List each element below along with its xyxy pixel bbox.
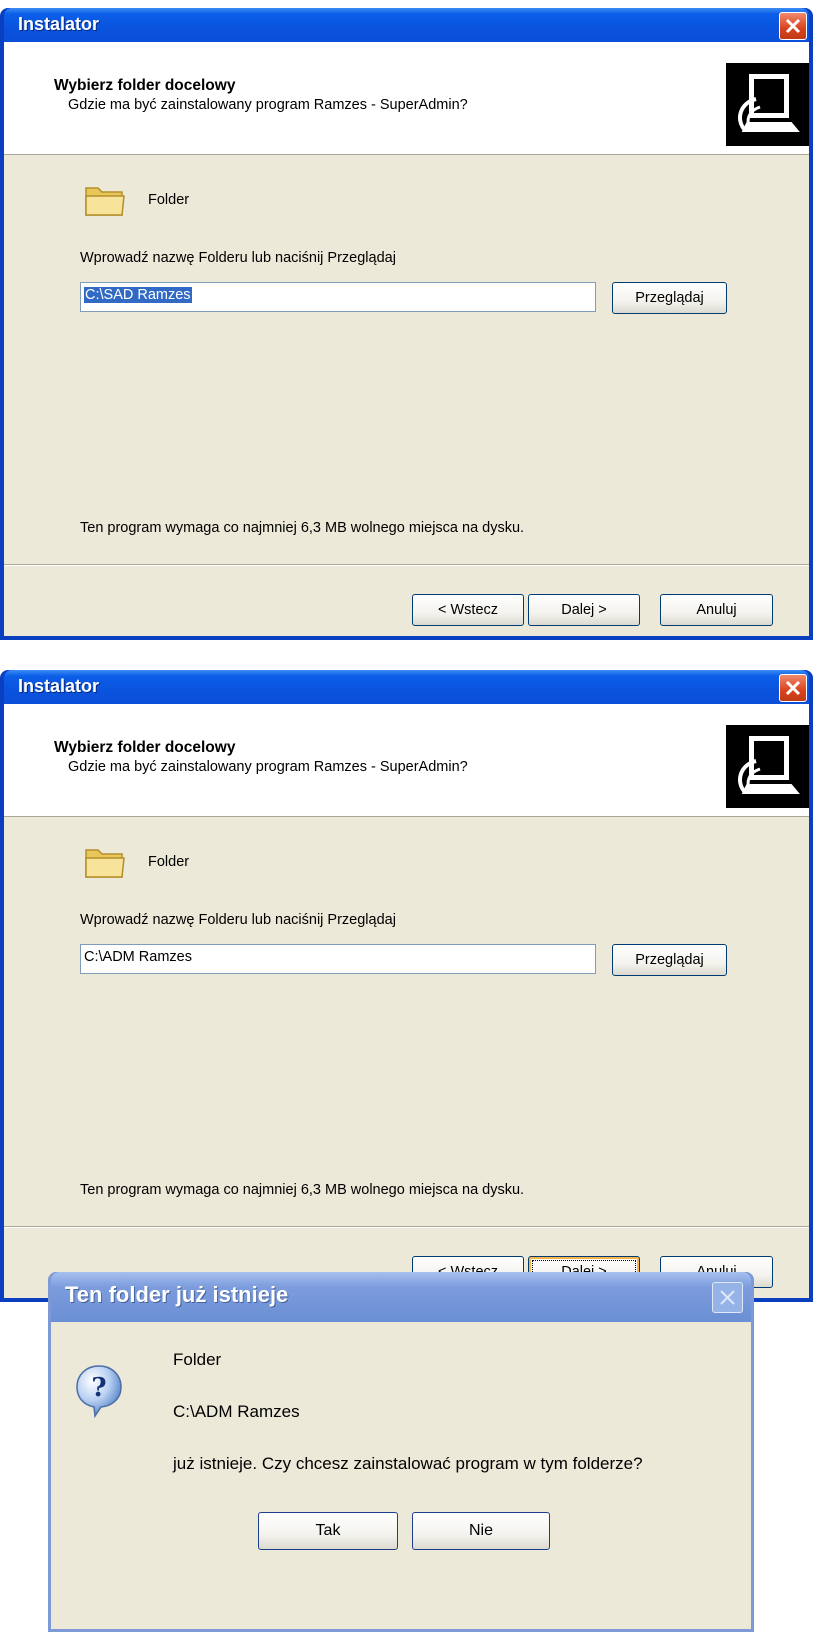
dialog-title-bar[interactable]: Ten folder już istnieje (51, 1272, 751, 1322)
back-button[interactable]: < Wstecz (412, 594, 524, 626)
title-bar[interactable]: Instalator (4, 8, 809, 42)
computer-install-icon (738, 72, 805, 134)
wizard-header: Wybierz folder docelowy Gdzie ma być zai… (4, 704, 809, 817)
installer-logo (726, 63, 809, 146)
footer-divider (4, 1226, 809, 1228)
dialog-line-question: już istnieje. Czy chcesz zainstalować pr… (173, 1454, 643, 1473)
installer-logo (726, 725, 809, 808)
dialog-line-folder: Folder (173, 1350, 222, 1369)
header-title: Wybierz folder docelowy (54, 739, 236, 756)
folder-icon (84, 844, 126, 884)
title-bar[interactable]: Instalator (4, 670, 809, 704)
question-icon: ? (75, 1364, 123, 1422)
close-icon (720, 1290, 735, 1305)
close-button[interactable] (779, 674, 807, 702)
header-subtitle: Gdzie ma być zainstalowany program Ramze… (68, 97, 468, 113)
folder-label: Folder (148, 854, 190, 870)
wizard-body: Wybierz folder docelowy Gdzie ma być zai… (4, 704, 809, 1298)
wizard-body: Wybierz folder docelowy Gdzie ma być zai… (4, 42, 809, 636)
wizard-header: Wybierz folder docelowy Gdzie ma być zai… (4, 42, 809, 155)
folder-icon (84, 182, 126, 222)
folder-path-input[interactable]: C:\ADM Ramzes (80, 944, 596, 974)
folder-exists-dialog: Ten folder już istnieje ? Folder C:\ADM … (48, 1272, 754, 1632)
close-button[interactable] (779, 12, 807, 40)
folder-prompt: Wprowadź nazwę Folderu lub naciśnij Prze… (80, 250, 396, 266)
yes-button[interactable]: Tak (258, 1512, 398, 1550)
installer-window: Instalator Wybierz folder docelowy Gdzie… (0, 670, 813, 1302)
browse-button[interactable]: Przeglądaj (612, 282, 727, 314)
dialog-line-path: C:\ADM Ramzes (173, 1402, 300, 1421)
disk-space-note: Ten program wymaga co najmniej 6,3 MB wo… (80, 520, 525, 536)
next-button[interactable]: Dalej > (528, 594, 640, 626)
header-title: Wybierz folder docelowy (54, 77, 236, 94)
no-button[interactable]: Nie (412, 1512, 550, 1550)
folder-prompt: Wprowadź nazwę Folderu lub naciśnij Prze… (80, 912, 396, 928)
footer-divider (4, 564, 809, 566)
window-title: Instalator (18, 676, 100, 696)
folder-path-value: C:\ADM Ramzes (84, 949, 192, 965)
computer-install-icon (738, 734, 805, 796)
disk-space-note: Ten program wymaga co najmniej 6,3 MB wo… (80, 1182, 525, 1198)
folder-label: Folder (148, 192, 190, 208)
folder-path-value: C:\SAD Ramzes (84, 287, 192, 303)
dialog-title: Ten folder już istnieje (65, 1282, 289, 1307)
browse-button[interactable]: Przeglądaj (612, 944, 727, 976)
close-icon (785, 18, 801, 34)
cancel-button[interactable]: Anuluj (660, 594, 773, 626)
folder-path-input[interactable]: C:\SAD Ramzes (80, 282, 596, 312)
dialog-close-button[interactable] (712, 1282, 743, 1313)
svg-text:?: ? (91, 1373, 106, 1403)
dialog-body: ? Folder C:\ADM Ramzes już istnieje. Czy… (51, 1322, 751, 1629)
close-icon (785, 680, 801, 696)
installer-window: Instalator Wybierz folder docelowy Gdzie… (0, 8, 813, 640)
header-subtitle: Gdzie ma być zainstalowany program Ramze… (68, 759, 468, 775)
window-title: Instalator (18, 14, 100, 34)
